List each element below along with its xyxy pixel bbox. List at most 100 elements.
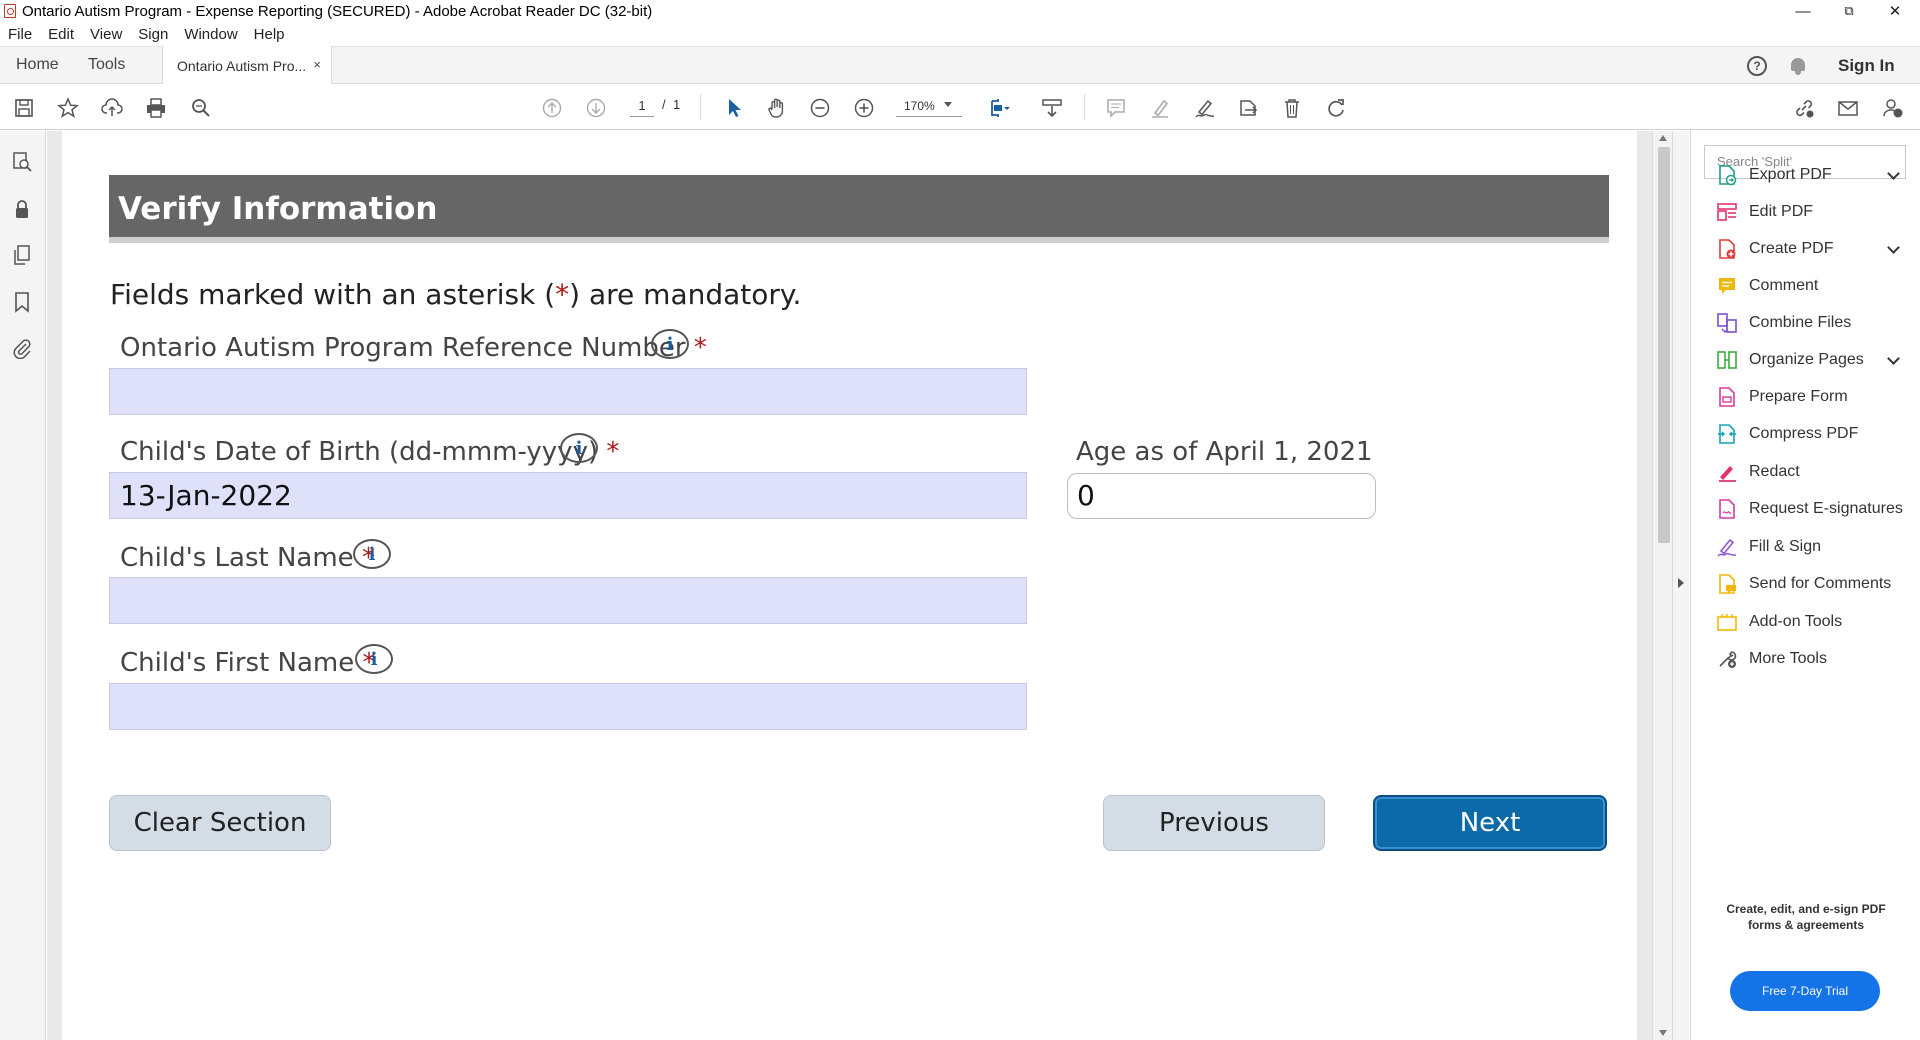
attachments-paperclip-icon[interactable] bbox=[11, 337, 33, 360]
close-window-button[interactable]: ✕ bbox=[1872, 0, 1918, 22]
redact-icon bbox=[1716, 461, 1738, 483]
chevron-down-icon[interactable] bbox=[1887, 352, 1900, 365]
section-header: Verify Information bbox=[109, 175, 1609, 243]
menu-help[interactable]: Help bbox=[254, 26, 285, 43]
chevron-down-icon[interactable] bbox=[1887, 167, 1900, 180]
prepare-form-icon bbox=[1716, 386, 1738, 408]
right-pane-toggle-strip bbox=[1672, 131, 1689, 1040]
collapse-right-pane-icon[interactable] bbox=[1678, 578, 1684, 588]
tab-home[interactable]: Home bbox=[16, 56, 59, 74]
menu-bar: File Edit View Sign Window Help bbox=[0, 22, 1920, 46]
tool-compress-pdf[interactable]: Compress PDF bbox=[1691, 417, 1920, 451]
tool-label: Fill & Sign bbox=[1749, 538, 1822, 555]
first-name-label: Child's First Name * bbox=[120, 648, 376, 678]
minimize-button[interactable]: — bbox=[1780, 0, 1826, 22]
add-note-icon[interactable] bbox=[1104, 96, 1128, 120]
save-icon[interactable] bbox=[12, 96, 36, 120]
scroll-down-arrow-icon[interactable] bbox=[1659, 1030, 1667, 1036]
first-name-label-text: Child's First Name bbox=[120, 648, 355, 678]
email-icon[interactable] bbox=[1836, 96, 1860, 120]
tool-export-pdf[interactable]: Export PDF bbox=[1691, 158, 1920, 192]
tool-label: Prepare Form bbox=[1749, 388, 1848, 405]
scroll-up-arrow-icon[interactable] bbox=[1659, 135, 1667, 141]
share-link-icon[interactable] bbox=[1792, 96, 1816, 120]
draw-sign-icon[interactable] bbox=[1193, 96, 1217, 120]
scrollbar-thumb[interactable] bbox=[1658, 147, 1670, 543]
restore-button[interactable]: ⧉ bbox=[1826, 0, 1872, 22]
edit-pdf-icon bbox=[1716, 201, 1738, 223]
tool-fill-sign[interactable]: Fill & Sign bbox=[1691, 530, 1920, 564]
tool-label: Combine Files bbox=[1749, 314, 1852, 331]
zoom-caret-icon[interactable] bbox=[944, 102, 952, 107]
tool-request-e-signatures[interactable]: Request E-signatures bbox=[1691, 492, 1920, 526]
tab-tools[interactable]: Tools bbox=[88, 56, 125, 74]
tool-create-pdf[interactable]: Create PDF bbox=[1691, 232, 1920, 266]
zoom-level-dropdown[interactable]: 170% bbox=[896, 95, 962, 117]
highlight-icon[interactable] bbox=[1148, 96, 1172, 120]
help-icon[interactable]: ? bbox=[1747, 56, 1767, 76]
next-page-icon[interactable] bbox=[584, 96, 608, 120]
menu-file[interactable]: File bbox=[8, 26, 32, 43]
tool-edit-pdf[interactable]: Edit PDF bbox=[1691, 195, 1920, 229]
delete-trash-icon[interactable] bbox=[1280, 96, 1304, 120]
clear-section-button[interactable]: Clear Section bbox=[109, 795, 331, 851]
main-toolbar: 1 / 1 170% bbox=[0, 84, 1920, 130]
hand-tool-icon[interactable] bbox=[765, 96, 789, 120]
print-icon[interactable] bbox=[144, 96, 168, 120]
sign-in-button[interactable]: Sign In bbox=[1838, 56, 1895, 76]
tool-redact[interactable]: Redact bbox=[1691, 455, 1920, 489]
scroll-mode-icon[interactable] bbox=[1040, 96, 1064, 120]
dob-label: Child's Date of Birth (dd-mmm-yyyy) * bbox=[120, 437, 619, 467]
bookmark-star-icon[interactable] bbox=[56, 96, 80, 120]
last-name-field[interactable] bbox=[109, 577, 1027, 624]
tool-label: Export PDF bbox=[1749, 166, 1832, 183]
rotate-icon[interactable] bbox=[1324, 96, 1348, 120]
title-bar: Ontario Autism Program - Expense Reporti… bbox=[0, 0, 1920, 22]
tools-pane: Search 'Split' Export PDF Edit PDF Create … bbox=[1690, 131, 1920, 1040]
share-export-icon[interactable] bbox=[1236, 96, 1260, 120]
page-thumbnails-icon[interactable] bbox=[11, 244, 33, 266]
find-text-icon[interactable] bbox=[189, 96, 213, 120]
dob-info-icon[interactable]: i bbox=[560, 433, 598, 463]
menu-edit[interactable]: Edit bbox=[48, 26, 74, 43]
previous-button[interactable]: Previous bbox=[1103, 795, 1325, 851]
menu-window[interactable]: Window bbox=[184, 26, 237, 43]
last-name-label-text: Child's Last Name bbox=[120, 543, 354, 573]
page-display-icon[interactable] bbox=[988, 96, 1012, 120]
zoom-out-icon[interactable] bbox=[808, 96, 832, 120]
tool-add-on-tools[interactable]: Add-on Tools bbox=[1691, 605, 1920, 639]
tab-document[interactable]: Ontario Autism Pro... × bbox=[162, 46, 332, 85]
tool-prepare-form[interactable]: Prepare Form bbox=[1691, 380, 1920, 414]
tool-comment[interactable]: Comment bbox=[1691, 269, 1920, 303]
page-number-input[interactable]: 1 bbox=[630, 95, 654, 117]
dob-label-text: Child's Date of Birth (dd-mmm-yyyy) bbox=[120, 437, 599, 467]
zoom-in-icon[interactable] bbox=[852, 96, 876, 120]
dob-field[interactable]: 13-Jan-2022 bbox=[109, 472, 1027, 519]
previous-page-icon[interactable] bbox=[540, 96, 564, 120]
first-name-info-icon[interactable]: i bbox=[355, 644, 393, 674]
tool-send-for-comments[interactable]: Send for Comments bbox=[1691, 567, 1920, 601]
cloud-upload-icon[interactable] bbox=[100, 96, 124, 120]
menu-sign[interactable]: Sign bbox=[138, 26, 168, 43]
first-name-field[interactable] bbox=[109, 683, 1027, 730]
menu-view[interactable]: View bbox=[90, 26, 122, 43]
account-help-icon[interactable] bbox=[1880, 96, 1904, 120]
age-field[interactable]: 0 bbox=[1067, 473, 1376, 519]
reference-number-info-icon[interactable]: i bbox=[651, 329, 689, 359]
security-lock-icon[interactable] bbox=[11, 198, 33, 220]
tool-combine-files[interactable]: Combine Files bbox=[1691, 306, 1920, 340]
fill-sign-icon bbox=[1716, 536, 1738, 558]
chevron-down-icon[interactable] bbox=[1887, 241, 1900, 254]
page-thumbnails-search-icon[interactable] bbox=[11, 151, 33, 173]
free-trial-button[interactable]: Free 7-Day Trial bbox=[1730, 971, 1880, 1011]
last-name-info-icon[interactable]: i bbox=[353, 539, 391, 569]
tool-organize-pages[interactable]: Organize Pages bbox=[1691, 343, 1920, 377]
bookmarks-icon[interactable] bbox=[11, 291, 33, 313]
select-arrow-icon[interactable] bbox=[722, 96, 746, 120]
close-tab-icon[interactable]: × bbox=[313, 57, 321, 72]
notifications-bell-icon[interactable] bbox=[1790, 57, 1806, 75]
reference-number-field[interactable] bbox=[109, 368, 1027, 415]
vertical-scrollbar[interactable] bbox=[1652, 131, 1672, 1040]
next-button[interactable]: Next bbox=[1373, 795, 1607, 851]
tool-more-tools[interactable]: More Tools bbox=[1691, 642, 1920, 676]
